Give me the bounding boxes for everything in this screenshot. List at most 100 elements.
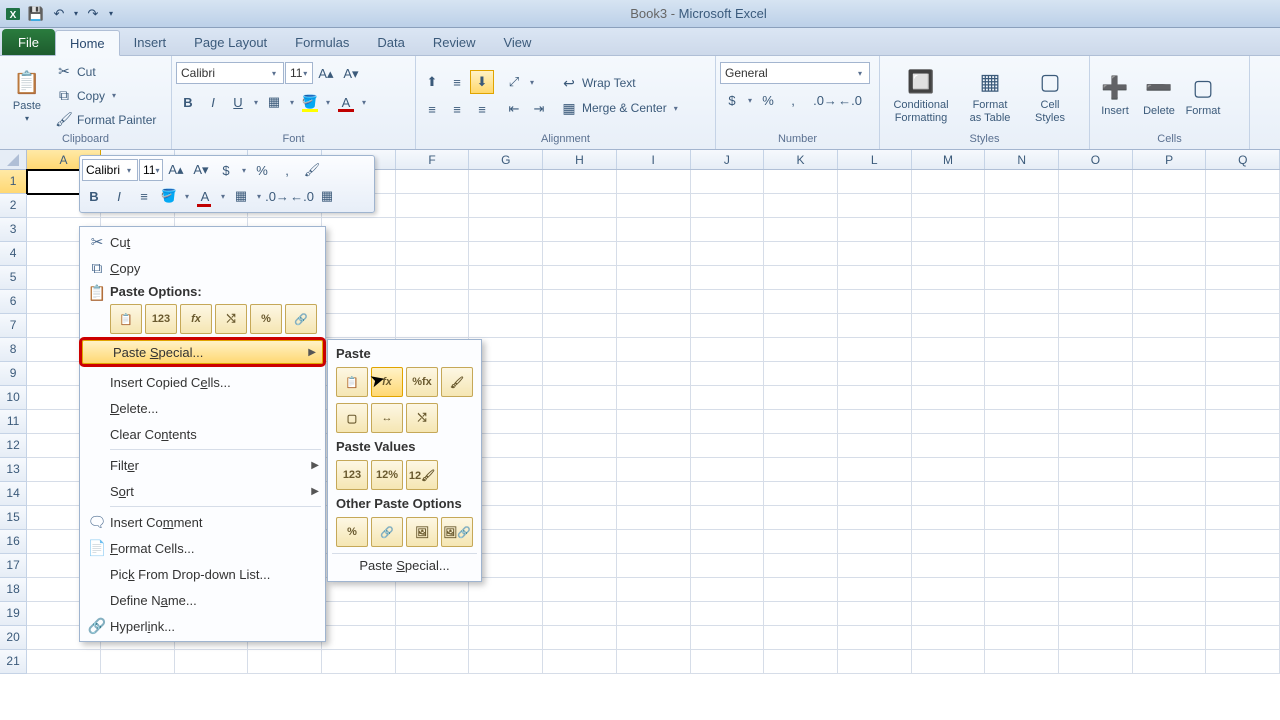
cell-E21[interactable] <box>322 650 396 674</box>
row-head-18[interactable]: 18 <box>0 578 27 602</box>
cell-K16[interactable] <box>764 530 838 554</box>
cell-I11[interactable] <box>617 410 691 434</box>
select-all-corner[interactable] <box>0 150 27 169</box>
cell-K1[interactable] <box>764 170 838 194</box>
cell-G5[interactable] <box>469 266 543 290</box>
cell-L20[interactable] <box>838 626 912 650</box>
tab-view[interactable]: View <box>489 29 545 55</box>
ctx-pick-list[interactable]: Pick From Drop-down List... <box>80 561 325 587</box>
mini-font-color-icon[interactable]: A <box>193 184 217 208</box>
cell-I7[interactable] <box>617 314 691 338</box>
cell-Q1[interactable] <box>1206 170 1280 194</box>
fill-color-button[interactable]: 🪣 <box>298 90 322 114</box>
cell-E6[interactable] <box>322 290 396 314</box>
cell-D21[interactable] <box>248 650 322 674</box>
cell-P3[interactable] <box>1133 218 1207 242</box>
ctx-define-name[interactable]: Define Name... <box>80 587 325 613</box>
cell-Q11[interactable] <box>1206 410 1280 434</box>
cell-N15[interactable] <box>985 506 1059 530</box>
cell-J4[interactable] <box>691 242 765 266</box>
cell-F3[interactable] <box>396 218 470 242</box>
cell-Q17[interactable] <box>1206 554 1280 578</box>
cell-P9[interactable] <box>1133 362 1207 386</box>
cell-G4[interactable] <box>469 242 543 266</box>
col-head-P[interactable]: P <box>1133 150 1207 169</box>
cell-N13[interactable] <box>985 458 1059 482</box>
accounting-icon[interactable]: $ <box>720 88 744 112</box>
cell-N5[interactable] <box>985 266 1059 290</box>
cell-H17[interactable] <box>543 554 617 578</box>
sub-link-icon[interactable]: 🔗 <box>371 517 403 547</box>
cell-K7[interactable] <box>764 314 838 338</box>
col-head-L[interactable]: L <box>838 150 912 169</box>
row-head-20[interactable]: 20 <box>0 626 27 650</box>
paste-opt-formatting-icon[interactable]: % <box>250 304 282 334</box>
sub-picture-icon[interactable]: 🖼 <box>406 517 438 547</box>
cell-Q20[interactable] <box>1206 626 1280 650</box>
underline-button[interactable]: U <box>226 90 250 114</box>
conditional-formatting-button[interactable]: 🔲Conditional Formatting <box>884 60 958 132</box>
copy-button[interactable]: ⧉Copy ▾ <box>52 85 159 107</box>
row-head-4[interactable]: 4 <box>0 242 27 266</box>
cell-J7[interactable] <box>691 314 765 338</box>
tab-review[interactable]: Review <box>419 29 490 55</box>
cut-button[interactable]: ✂Cut <box>52 61 159 83</box>
cell-I8[interactable] <box>617 338 691 362</box>
cell-C21[interactable] <box>175 650 249 674</box>
qat-customize-icon[interactable]: ▾ <box>105 3 117 25</box>
cell-I1[interactable] <box>617 170 691 194</box>
cell-L10[interactable] <box>838 386 912 410</box>
cell-K9[interactable] <box>764 362 838 386</box>
col-head-F[interactable]: F <box>396 150 470 169</box>
align-right-icon[interactable]: ≡ <box>470 97 494 121</box>
cell-O7[interactable] <box>1059 314 1133 338</box>
cell-H4[interactable] <box>543 242 617 266</box>
cell-I4[interactable] <box>617 242 691 266</box>
cell-G1[interactable] <box>469 170 543 194</box>
orientation-icon[interactable]: ⤢ <box>502 70 526 94</box>
row-head-9[interactable]: 9 <box>0 362 27 386</box>
cell-G6[interactable] <box>469 290 543 314</box>
cell-F7[interactable] <box>396 314 470 338</box>
mini-font-size[interactable]: 11▾ <box>139 159 163 181</box>
shrink-font-icon[interactable]: A▾ <box>339 62 363 86</box>
cell-J17[interactable] <box>691 554 765 578</box>
ctx-cut[interactable]: ✂Cut <box>80 229 325 255</box>
cell-N20[interactable] <box>985 626 1059 650</box>
cell-O17[interactable] <box>1059 554 1133 578</box>
cell-L21[interactable] <box>838 650 912 674</box>
cell-J15[interactable] <box>691 506 765 530</box>
cell-M11[interactable] <box>912 410 986 434</box>
cell-I21[interactable] <box>617 650 691 674</box>
cell-L19[interactable] <box>838 602 912 626</box>
cell-N4[interactable] <box>985 242 1059 266</box>
cell-N3[interactable] <box>985 218 1059 242</box>
cell-E20[interactable] <box>322 626 396 650</box>
row-head-19[interactable]: 19 <box>0 602 27 626</box>
cell-P19[interactable] <box>1133 602 1207 626</box>
redo-icon[interactable]: ↷ <box>82 3 104 25</box>
cell-K2[interactable] <box>764 194 838 218</box>
cell-K3[interactable] <box>764 218 838 242</box>
cell-K13[interactable] <box>764 458 838 482</box>
cell-L9[interactable] <box>838 362 912 386</box>
cell-M18[interactable] <box>912 578 986 602</box>
cell-H15[interactable] <box>543 506 617 530</box>
cell-N12[interactable] <box>985 434 1059 458</box>
cell-O15[interactable] <box>1059 506 1133 530</box>
tab-formulas[interactable]: Formulas <box>281 29 363 55</box>
cell-styles-button[interactable]: ▢Cell Styles <box>1022 60 1078 132</box>
sub-paste-keep-source-icon[interactable]: 🖌 <box>441 367 473 397</box>
cell-O18[interactable] <box>1059 578 1133 602</box>
cell-Q15[interactable] <box>1206 506 1280 530</box>
ctx-format-cells[interactable]: 📄Format Cells... <box>80 535 325 561</box>
cell-H13[interactable] <box>543 458 617 482</box>
merge-center-button[interactable]: ▦Merge & Center ▾ <box>557 97 684 119</box>
tab-data[interactable]: Data <box>363 29 418 55</box>
cell-O9[interactable] <box>1059 362 1133 386</box>
cell-L12[interactable] <box>838 434 912 458</box>
cell-K5[interactable] <box>764 266 838 290</box>
cell-Q7[interactable] <box>1206 314 1280 338</box>
align-middle-icon[interactable]: ≡ <box>445 70 469 94</box>
mini-accounting-icon[interactable]: $ <box>214 158 238 182</box>
